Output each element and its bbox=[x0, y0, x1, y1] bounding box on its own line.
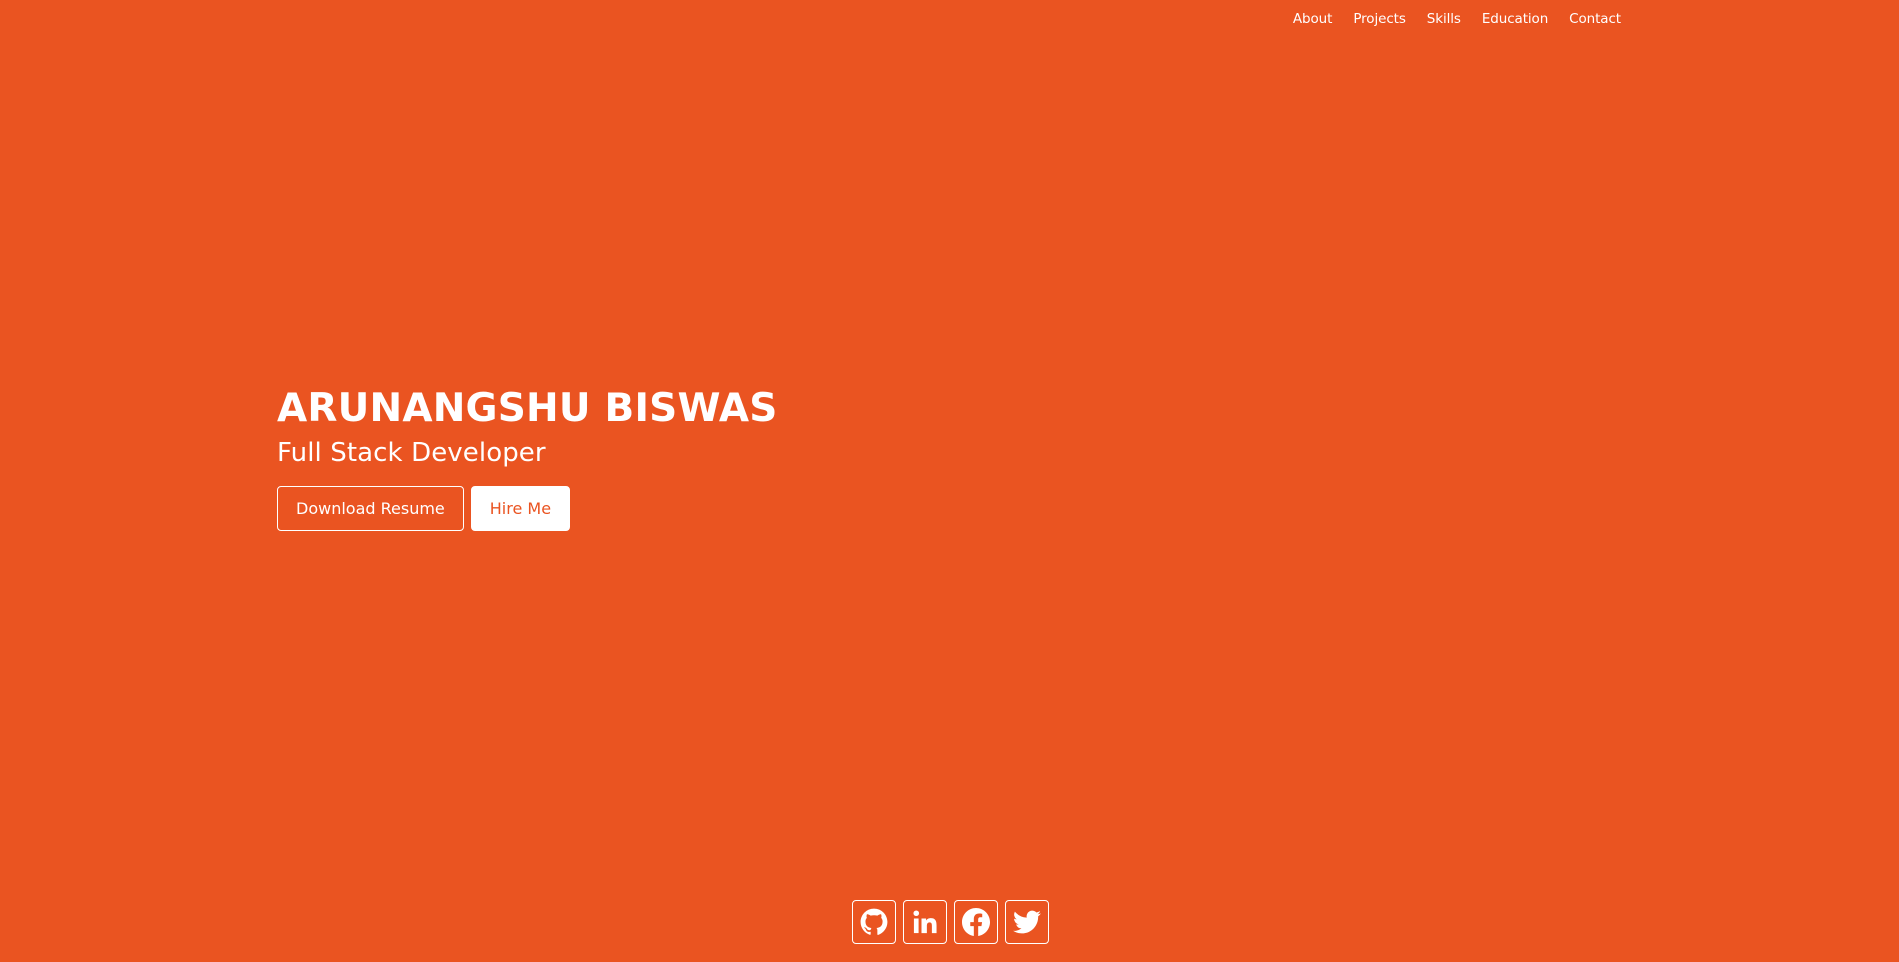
hero-section: ARUNANGSHU BISWAS Full Stack Developer D… bbox=[277, 384, 778, 531]
nav-link-education[interactable]: Education bbox=[1482, 11, 1548, 27]
nav-link-contact[interactable]: Contact bbox=[1569, 11, 1621, 27]
github-icon bbox=[860, 908, 888, 935]
facebook-icon bbox=[962, 908, 990, 936]
hero-actions: Download Resume Hire Me bbox=[277, 486, 778, 531]
linkedin-button[interactable] bbox=[903, 900, 947, 944]
hero-subtitle: Full Stack Developer bbox=[277, 438, 546, 468]
social-links bbox=[852, 900, 1049, 944]
download-resume-button[interactable]: Download Resume bbox=[277, 486, 464, 531]
nav-link-about[interactable]: About bbox=[1293, 11, 1333, 27]
nav-link-skills[interactable]: Skills bbox=[1427, 11, 1461, 27]
github-button[interactable] bbox=[852, 900, 896, 944]
twitter-button[interactable] bbox=[1005, 900, 1049, 944]
facebook-button[interactable] bbox=[954, 900, 998, 944]
hero-name: ARUNANGSHU BISWAS bbox=[277, 386, 778, 431]
twitter-icon bbox=[1013, 910, 1041, 934]
linkedin-icon bbox=[913, 910, 937, 934]
top-nav: About Projects Skills Education Contact bbox=[1293, 11, 1621, 27]
nav-link-projects[interactable]: Projects bbox=[1353, 11, 1406, 27]
hire-me-button[interactable]: Hire Me bbox=[470, 486, 571, 531]
